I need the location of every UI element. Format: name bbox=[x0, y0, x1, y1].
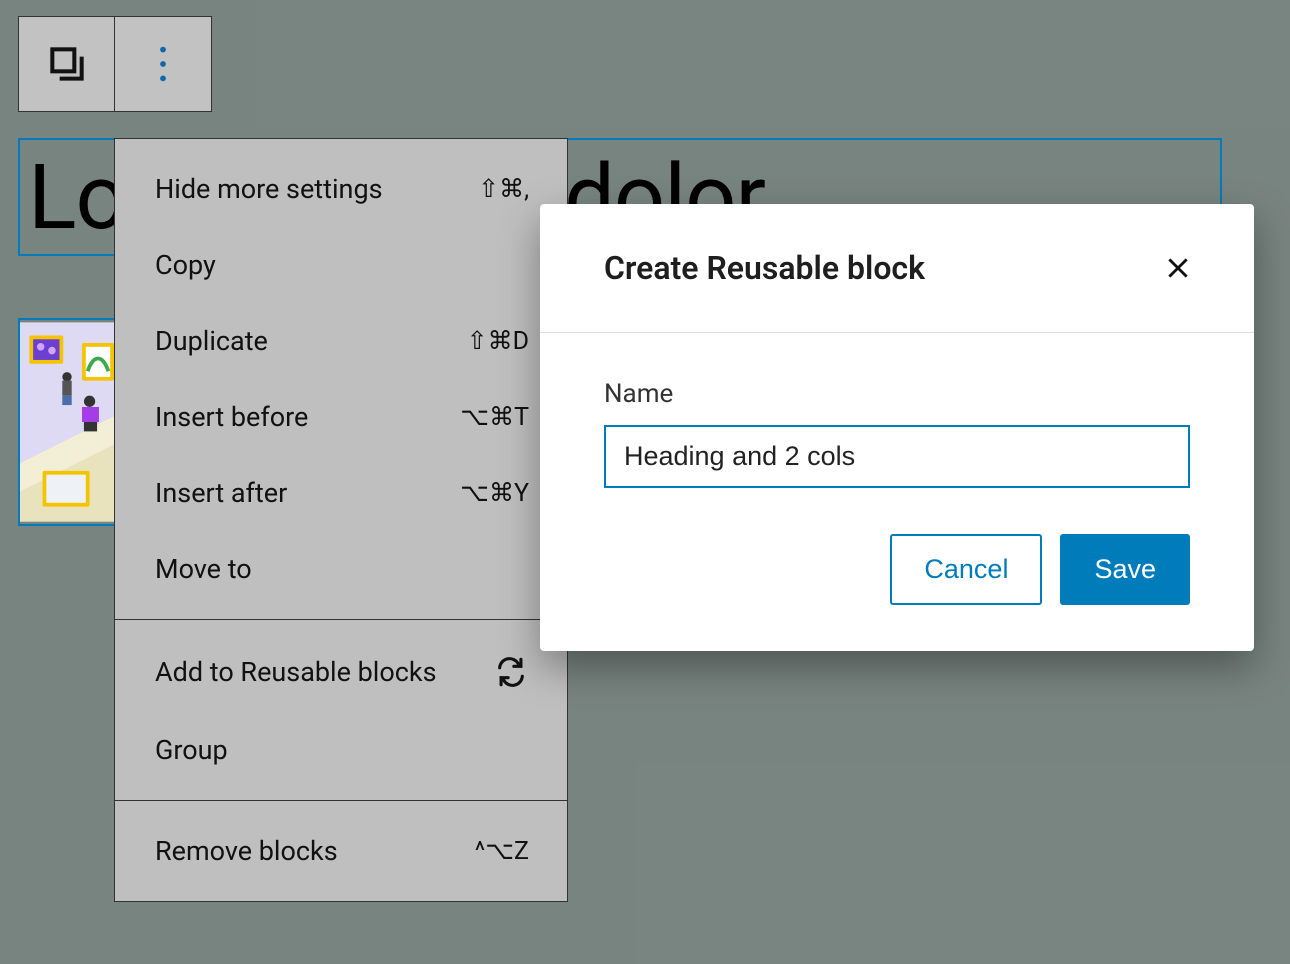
image-thumbnail bbox=[20, 320, 114, 524]
menu-item-label: Duplicate bbox=[155, 325, 268, 357]
menu-item-insert-after[interactable]: Insert after ⌥⌘Y bbox=[115, 455, 567, 531]
menu-item-label: Remove blocks bbox=[155, 835, 338, 867]
image-block[interactable] bbox=[18, 318, 116, 526]
menu-section-2: Add to Reusable blocks Group bbox=[115, 620, 567, 801]
reusable-icon bbox=[493, 654, 529, 690]
menu-item-copy[interactable]: Copy bbox=[115, 227, 567, 303]
menu-item-shortcut: ^⌥Z bbox=[475, 836, 529, 866]
parent-block-button[interactable] bbox=[19, 17, 115, 111]
menu-item-insert-before[interactable]: Insert before ⌥⌘T bbox=[115, 379, 567, 455]
menu-item-shortcut: ⌥⌘Y bbox=[460, 478, 529, 508]
modal-header: Create Reusable block bbox=[540, 204, 1254, 333]
modal-body: Name bbox=[540, 333, 1254, 498]
copy-stack-icon bbox=[45, 42, 89, 86]
menu-item-label: Move to bbox=[155, 553, 252, 585]
menu-item-add-to-reusable-blocks[interactable]: Add to Reusable blocks bbox=[115, 632, 567, 712]
menu-item-shortcut: ⇧⌘, bbox=[478, 174, 529, 204]
more-options-button[interactable] bbox=[115, 17, 211, 111]
modal-close-button[interactable] bbox=[1158, 248, 1198, 288]
menu-item-move-to[interactable]: Move to bbox=[115, 531, 567, 607]
more-vertical-icon bbox=[159, 46, 167, 82]
save-button[interactable]: Save bbox=[1060, 534, 1190, 605]
menu-item-hide-more-settings[interactable]: Hide more settings ⇧⌘, bbox=[115, 151, 567, 227]
create-reusable-block-modal: Create Reusable block Name Cancel Save bbox=[540, 204, 1254, 651]
block-toolbar bbox=[18, 16, 212, 112]
menu-item-label: Copy bbox=[155, 249, 216, 281]
menu-item-shortcut: ⌥⌘T bbox=[460, 402, 529, 432]
menu-item-label: Insert before bbox=[155, 401, 308, 433]
name-field-label: Name bbox=[604, 379, 1190, 409]
modal-footer: Cancel Save bbox=[540, 498, 1254, 651]
menu-section-1: Hide more settings ⇧⌘, Copy Duplicate ⇧⌘… bbox=[115, 139, 567, 620]
menu-item-duplicate[interactable]: Duplicate ⇧⌘D bbox=[115, 303, 567, 379]
menu-item-remove-blocks[interactable]: Remove blocks ^⌥Z bbox=[115, 813, 567, 889]
menu-item-label: Insert after bbox=[155, 477, 287, 509]
menu-item-label: Group bbox=[155, 734, 228, 766]
menu-section-3: Remove blocks ^⌥Z bbox=[115, 801, 567, 901]
close-icon bbox=[1165, 255, 1191, 281]
cancel-button[interactable]: Cancel bbox=[890, 534, 1042, 605]
menu-item-shortcut: ⇧⌘D bbox=[467, 326, 529, 356]
menu-item-group[interactable]: Group bbox=[115, 712, 567, 788]
modal-title: Create Reusable block bbox=[604, 249, 925, 287]
name-field-input[interactable] bbox=[604, 425, 1190, 488]
menu-item-label: Hide more settings bbox=[155, 173, 383, 205]
block-options-menu: Hide more settings ⇧⌘, Copy Duplicate ⇧⌘… bbox=[114, 138, 568, 902]
menu-item-label: Add to Reusable blocks bbox=[155, 656, 437, 688]
